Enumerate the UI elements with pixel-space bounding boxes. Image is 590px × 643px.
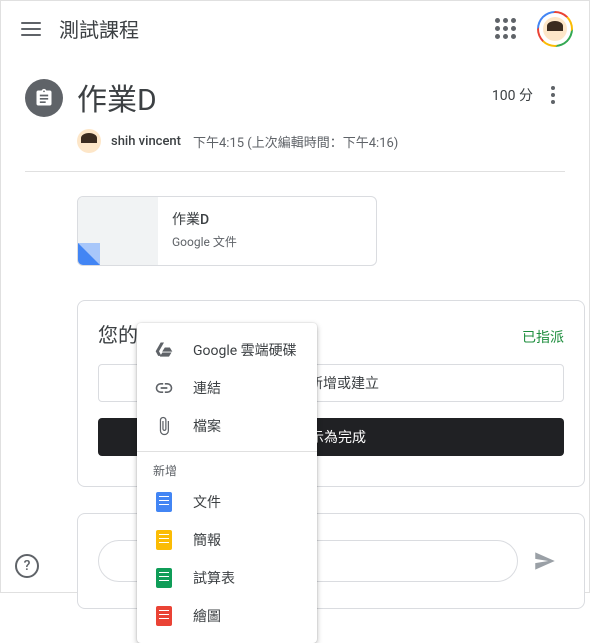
docs-icon: [153, 491, 175, 513]
work-status: 已指派: [522, 327, 564, 347]
attachment-thumbnail: [78, 197, 158, 265]
menu-item-label: 連結: [193, 378, 221, 398]
add-create-menu: Google 雲端硬碟 連結 檔案 新增 文件 簡報 試算表 繪圖: [137, 323, 317, 643]
menu-item-drawings[interactable]: 繪圖: [137, 597, 317, 635]
drawings-icon: [153, 605, 175, 627]
google-apps-icon[interactable]: [493, 17, 517, 41]
slides-icon: [153, 529, 175, 551]
attachment-type: Google 文件: [172, 233, 237, 250]
menu-item-label: 繪圖: [193, 606, 221, 626]
send-comment-button[interactable]: [526, 542, 564, 580]
attachment-card[interactable]: 作業D Google 文件: [77, 196, 377, 266]
menu-icon[interactable]: [19, 17, 43, 41]
assignment-points: 100 分: [492, 85, 533, 105]
assignment-title: 作業D: [77, 75, 492, 119]
menu-section-heading: 新增: [137, 458, 317, 483]
menu-item-file[interactable]: 檔案: [137, 407, 317, 445]
class-title[interactable]: 測試課程: [59, 14, 139, 43]
menu-item-label: Google 雲端硬碟: [193, 340, 297, 360]
menu-item-sheets[interactable]: 試算表: [137, 559, 317, 597]
top-bar: 測試課程: [1, 1, 589, 57]
menu-item-slides[interactable]: 簡報: [137, 521, 317, 559]
assignment-byline: shih vincent 下午4:15 (上次編輯時間：下午4:16): [77, 129, 565, 153]
menu-item-drive[interactable]: Google 雲端硬碟: [137, 331, 317, 369]
link-icon: [153, 377, 175, 399]
menu-item-label: 試算表: [193, 568, 235, 588]
menu-item-label: 文件: [193, 492, 221, 512]
assignment-timestamp: 下午4:15 (上次編輯時間：下午4:16): [193, 132, 398, 151]
menu-divider: [137, 451, 317, 452]
menu-item-label: 簡報: [193, 530, 221, 550]
help-icon[interactable]: ?: [15, 554, 39, 578]
drive-icon: [153, 339, 175, 361]
assignment-icon: [25, 79, 63, 117]
assignment-header: 作業D 100 分: [25, 75, 565, 119]
send-icon: [532, 548, 558, 574]
menu-item-link[interactable]: 連結: [137, 369, 317, 407]
account-avatar[interactable]: [537, 11, 573, 47]
attachment-name: 作業D: [172, 209, 237, 229]
add-or-create-label: 新增或建立: [309, 373, 379, 393]
author-avatar: [77, 129, 101, 153]
menu-item-label: 檔案: [193, 416, 221, 436]
more-options-icon[interactable]: [541, 83, 565, 107]
attachment-icon: [153, 415, 175, 437]
menu-item-docs[interactable]: 文件: [137, 483, 317, 521]
sheets-icon: [153, 567, 175, 589]
author-name: shih vincent: [111, 134, 181, 149]
